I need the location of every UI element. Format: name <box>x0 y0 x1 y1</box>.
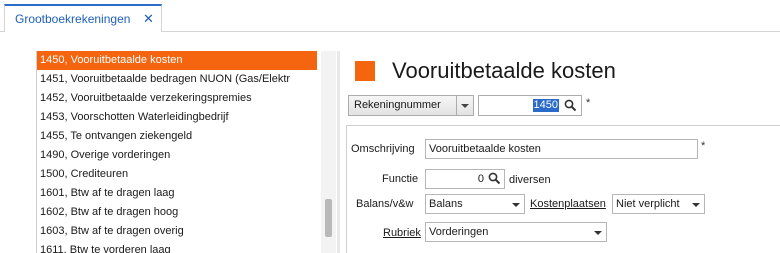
functie-description: diversen <box>509 174 551 186</box>
account-number-input[interactable]: 1450 <box>478 95 582 116</box>
kostenplaatsen-dropdown[interactable]: Niet verplicht <box>612 194 705 214</box>
list-item[interactable]: 1452, Vooruitbetaalde verzekeringspremie… <box>37 89 317 108</box>
tab-label: Grootboekrekeningen <box>15 12 131 26</box>
rubriek-link[interactable]: Rubriek <box>383 227 421 239</box>
kostenplaatsen-link[interactable]: Kostenplaatsen <box>530 198 606 210</box>
search-field-select-label: Rekeningnummer <box>354 99 441 111</box>
functie-label: Functie <box>382 173 419 185</box>
chevron-down-icon <box>512 203 520 207</box>
list-item[interactable]: 1603, Btw af te dragen overig <box>37 222 317 241</box>
required-marker: * <box>586 97 591 109</box>
search-field-select[interactable]: Rekeningnummer <box>348 95 474 116</box>
balans-label: Balans/v&w <box>356 198 414 210</box>
account-color-square <box>355 61 375 81</box>
chevron-down-icon <box>461 104 469 108</box>
panel-splitter[interactable] <box>337 51 340 253</box>
list-item[interactable]: 1455, Te ontvangen ziekengeld <box>37 127 317 146</box>
omschrijving-value: Vooruitbetaalde kosten <box>429 143 541 155</box>
kostenplaatsen-value: Niet verplicht <box>616 198 680 210</box>
list-item[interactable]: 1451, Vooruitbetaalde bedragen NUON (Gas… <box>37 70 317 89</box>
list-item[interactable]: 1602, Btw af te dragen hoog <box>37 203 317 222</box>
omschrijving-required-marker: * <box>701 140 706 152</box>
list-item[interactable]: 1611, Btw te vorderen laag <box>37 241 317 253</box>
balans-dropdown[interactable]: Balans <box>425 194 525 214</box>
list-item[interactable]: 1450, Vooruitbetaalde kosten <box>37 51 317 70</box>
list-item[interactable]: 1490, Overige vorderingen <box>37 146 317 165</box>
scrollbar-thumb[interactable] <box>325 199 332 237</box>
page-title: Vooruitbetaalde kosten <box>392 58 616 83</box>
chevron-down-icon <box>594 231 602 235</box>
rubriek-dropdown[interactable]: Vorderingen <box>425 222 607 242</box>
omschrijving-label: Omschrijving <box>351 143 415 155</box>
account-list-panel: 1450, Vooruitbetaalde kosten 1451, Voorui… <box>36 51 336 253</box>
list-item[interactable]: 1453, Voorschotten Waterleidingbedrijf <box>37 108 317 127</box>
dropdown-arrow[interactable] <box>456 96 473 115</box>
omschrijving-field[interactable]: Vooruitbetaalde kosten <box>425 139 698 159</box>
account-list: 1450, Vooruitbetaalde kosten 1451, Voorui… <box>37 51 317 253</box>
list-item[interactable]: 1601, Btw af te dragen laag <box>37 184 317 203</box>
functie-field[interactable]: 0 <box>425 169 505 189</box>
search-icon[interactable] <box>488 172 501 185</box>
scrollbar[interactable] <box>321 51 336 253</box>
tab-grootboekrekeningen[interactable]: Grootboekrekeningen ✕ <box>4 4 162 32</box>
search-icon[interactable] <box>564 99 577 112</box>
account-number-value: 1450 <box>532 99 559 112</box>
balans-value: Balans <box>429 198 463 210</box>
close-icon[interactable]: ✕ <box>143 11 154 27</box>
list-item[interactable]: 1500, Crediteuren <box>37 165 317 184</box>
chevron-down-icon <box>692 203 700 207</box>
rubriek-value: Vorderingen <box>429 226 489 238</box>
functie-value: 0 <box>477 173 484 185</box>
tab-bar: Grootboekrekeningen ✕ <box>0 0 780 32</box>
